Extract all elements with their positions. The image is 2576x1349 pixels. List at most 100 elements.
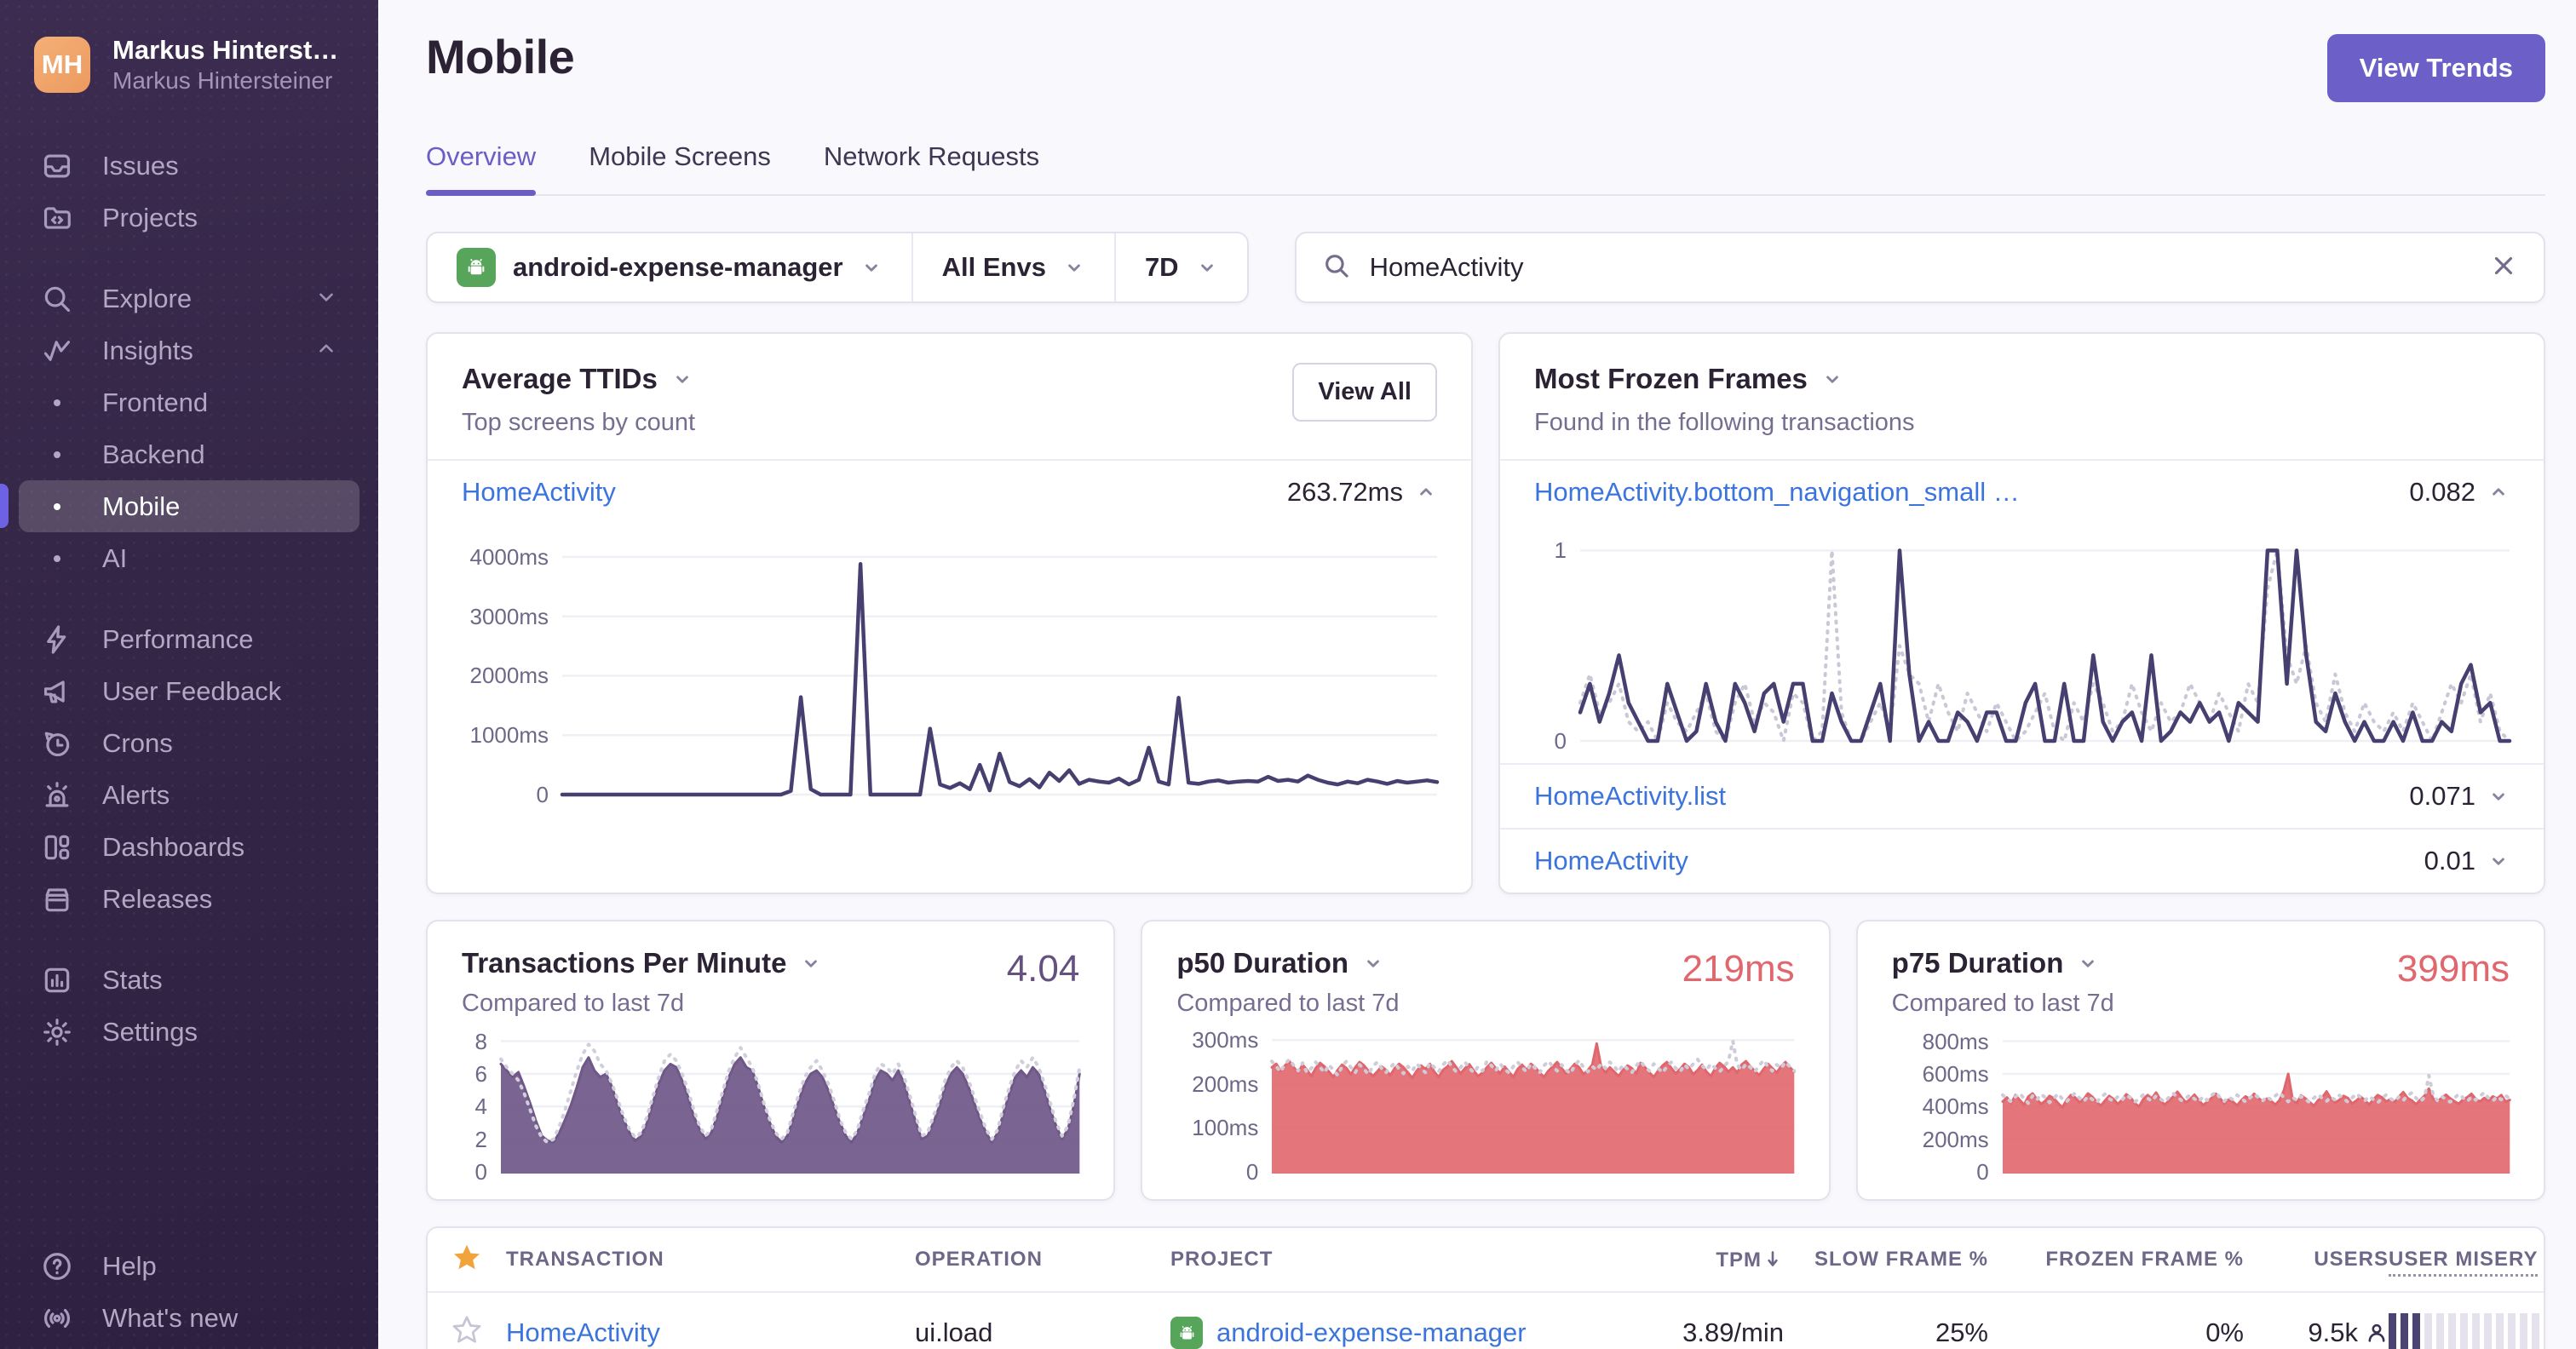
average-ttids-card: Average TTIDs Top screens by count View …	[426, 332, 1473, 894]
sidebar-item-dashboards[interactable]: Dashboards	[19, 821, 359, 873]
main-content: Mobile View Trends Overview Mobile Scree…	[378, 0, 2576, 1349]
tab-bar: Overview Mobile Screens Network Requests	[426, 141, 2545, 196]
view-all-button[interactable]: View All	[1292, 363, 1437, 422]
chevron-up-icon	[315, 336, 337, 366]
insights-icon	[41, 335, 73, 367]
collapse-chevron-icon[interactable]	[1415, 481, 1437, 503]
column-header-transaction[interactable]: TRANSACTION	[506, 1248, 915, 1272]
column-header-slow-frame[interactable]: SLOW FRAME %	[1814, 1248, 1988, 1272]
sidebar-item-ai[interactable]: AI	[19, 532, 359, 584]
operation-cell: ui.load	[915, 1317, 993, 1347]
tab-mobile-screens[interactable]: Mobile Screens	[589, 141, 771, 194]
tpm-value: 4.04	[1006, 948, 1080, 990]
sidebar-item-label: Backend	[102, 439, 205, 469]
transaction-link[interactable]: HomeActivity	[1534, 846, 1688, 876]
frozen-row: HomeActivity.list 0.071	[1500, 763, 2544, 828]
sidebar-item-help[interactable]: Help	[19, 1240, 359, 1292]
star-filter-icon[interactable]	[451, 1242, 506, 1278]
star-toggle-icon[interactable]	[451, 1314, 506, 1349]
sidebar-item-user-feedback[interactable]: User Feedback	[19, 665, 359, 717]
sidebar-footer: Help What's new	[0, 1240, 378, 1349]
chevron-down-icon[interactable]	[2077, 952, 2099, 974]
gear-icon	[41, 1016, 73, 1048]
clear-search-icon[interactable]	[2489, 251, 2518, 284]
sidebar-item-alerts[interactable]: Alerts	[19, 769, 359, 821]
project-selector-value: android-expense-manager	[513, 252, 843, 282]
date-range-value: 7D	[1144, 252, 1179, 282]
sidebar-item-issues[interactable]: Issues	[19, 140, 359, 192]
sidebar-item-label: Help	[102, 1250, 157, 1281]
sidebar-item-frontend[interactable]: Frontend	[19, 376, 359, 428]
page-filter-bar: android-expense-manager All Envs 7D	[426, 232, 1249, 303]
expand-chevron-icon[interactable]	[2487, 850, 2510, 872]
sidebar-item-label: What's new	[102, 1302, 239, 1333]
expand-chevron-icon[interactable]	[2487, 785, 2510, 807]
card-title: p50 Duration	[1176, 947, 1349, 979]
active-indicator	[0, 484, 9, 528]
bullet-icon	[41, 387, 73, 419]
column-header-project[interactable]: PROJECT	[1170, 1248, 1630, 1272]
column-header-tpm[interactable]: TPM	[1716, 1248, 1784, 1272]
p50-value: 219ms	[1682, 948, 1795, 990]
sidebar-item-label: AI	[102, 542, 128, 573]
transaction-link[interactable]: HomeActivity	[462, 477, 616, 508]
ttid-chart: 4000ms 3000ms 2000ms 1000ms 0	[428, 524, 1471, 807]
p50-chart: 300ms 200ms 100ms 0	[1176, 1027, 1797, 1185]
sidebar-item-whats-new[interactable]: What's new	[19, 1292, 359, 1344]
tab-overview[interactable]: Overview	[426, 141, 537, 196]
sidebar-item-insights[interactable]: Insights	[19, 324, 359, 376]
bar-chart-icon	[41, 964, 73, 996]
transactions-table: TRANSACTION OPERATION PROJECT TPM SLOW F…	[426, 1226, 2545, 1349]
sidebar-item-explore[interactable]: Explore	[19, 273, 359, 324]
sidebar-item-crons[interactable]: Crons	[19, 717, 359, 769]
chevron-down-icon	[1063, 256, 1085, 278]
p75-value: 399ms	[2396, 948, 2510, 990]
column-header-operation[interactable]: OPERATION	[915, 1248, 1170, 1272]
sidebar-item-settings[interactable]: Settings	[19, 1006, 359, 1058]
transaction-link[interactable]: HomeActivity.bottom_navigation_small …	[1534, 477, 2020, 508]
ttid-value: 263.72ms	[1286, 477, 1403, 507]
environment-selector[interactable]: All Envs	[911, 233, 1114, 301]
sidebar-item-stats[interactable]: Stats	[19, 954, 359, 1006]
column-header-users[interactable]: USERS	[2314, 1248, 2389, 1272]
chevron-down-icon[interactable]	[1362, 952, 1384, 974]
user-menu[interactable]: MH Markus Hinterst… Markus Hintersteiner	[0, 0, 378, 95]
card-title: p75 Duration	[1891, 947, 2064, 979]
android-platform-icon	[1170, 1317, 1203, 1349]
sidebar-item-label: Mobile	[102, 491, 181, 521]
date-range-selector[interactable]: 7D	[1113, 233, 1247, 301]
sidebar-item-backend[interactable]: Backend	[19, 428, 359, 480]
user-org: Markus Hintersteiner	[112, 67, 333, 94]
collapse-chevron-icon[interactable]	[2487, 481, 2510, 503]
sidebar-item-label: Alerts	[102, 779, 170, 810]
sidebar-item-projects[interactable]: Projects	[19, 192, 359, 244]
frozen-value: 0.01	[2424, 846, 2475, 875]
sidebar-item-performance[interactable]: Performance	[19, 613, 359, 665]
column-header-user-misery[interactable]: USER MISERY	[2389, 1248, 2539, 1277]
view-trends-button[interactable]: View Trends	[2326, 34, 2545, 102]
project-cell: android-expense-manager	[1170, 1317, 1630, 1349]
sidebar-item-mobile[interactable]: Mobile	[0, 480, 359, 532]
projects-icon	[41, 202, 73, 234]
help-icon	[41, 1250, 73, 1283]
transaction-link[interactable]: HomeActivity	[506, 1317, 915, 1348]
sidebar-item-label: Crons	[102, 727, 173, 758]
lightning-icon	[41, 623, 73, 656]
sidebar-item-label: Projects	[102, 202, 198, 232]
project-selector[interactable]: android-expense-manager	[428, 233, 911, 301]
chevron-down-icon[interactable]	[671, 368, 693, 390]
search-input[interactable]	[1369, 252, 2470, 283]
transaction-link[interactable]: HomeActivity.list	[1534, 781, 1726, 812]
project-link[interactable]: android-expense-manager	[1216, 1317, 1527, 1348]
bullet-icon	[41, 439, 73, 471]
sidebar-item-releases[interactable]: Releases	[19, 873, 359, 925]
table-header-row: TRANSACTION OPERATION PROJECT TPM SLOW F…	[428, 1228, 2544, 1291]
chevron-down-icon[interactable]	[1821, 368, 1843, 390]
chevron-down-icon[interactable]	[800, 952, 822, 974]
tab-network-requests[interactable]: Network Requests	[824, 141, 1039, 194]
search-icon	[1322, 251, 1351, 284]
issues-icon	[41, 150, 73, 182]
column-header-frozen-frame[interactable]: FROZEN FRAME %	[2045, 1248, 2244, 1272]
frozen-frames-chart: 10	[1500, 524, 2544, 763]
frozen-frame-cell: 0%	[2205, 1317, 2244, 1347]
